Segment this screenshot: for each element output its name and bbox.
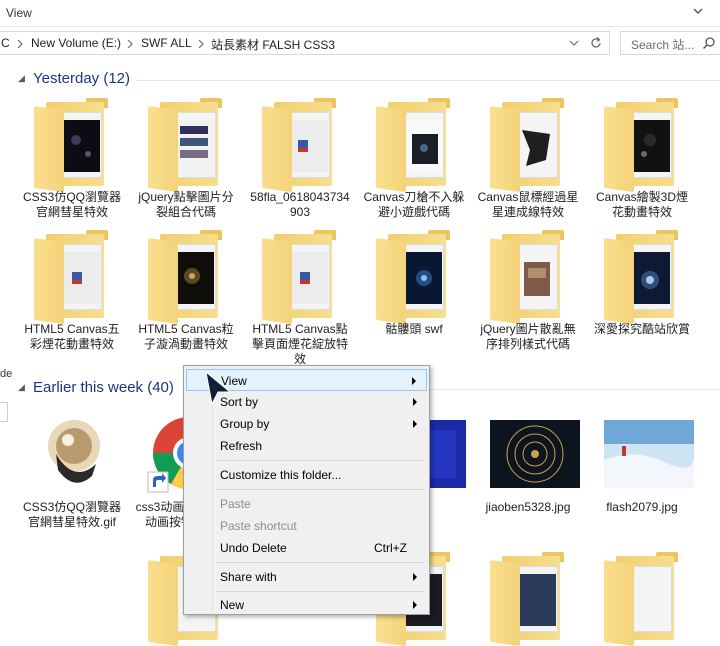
mouse-cursor-icon	[205, 370, 232, 406]
menu-item-share-with[interactable]: Share with	[186, 566, 427, 588]
folder-icon	[262, 230, 338, 325]
folder-icon	[604, 98, 680, 193]
shortcut-label: Ctrl+Z	[374, 541, 407, 555]
item-name: jiaoben5328.jpg	[485, 500, 571, 514]
collapse-arrow-icon[interactable]: ◢	[18, 73, 28, 84]
item-name: flash2079.jpg	[606, 500, 678, 514]
folder-icon	[34, 230, 110, 325]
gif-thumbnail-icon	[42, 414, 106, 490]
address-bar[interactable]: C New Volume (E:) SWF ALL 站長素材 FALSH CSS…	[0, 31, 610, 55]
group-divider	[136, 80, 720, 81]
folder-icon	[604, 230, 680, 325]
group-header-earlier-this-week[interactable]: ◢ Earlier this week (40)	[18, 379, 174, 396]
folder-icon	[148, 230, 224, 325]
address-row: C New Volume (E:) SWF ALL 站長素材 FALSH CSS…	[0, 28, 720, 58]
group-divider	[430, 389, 720, 390]
folder-icon	[148, 98, 224, 193]
folder-icon	[490, 98, 566, 193]
menu-item-paste[interactable]: Paste	[186, 493, 427, 515]
submenu-arrow-icon	[413, 398, 417, 406]
jpg-thumbnail-icon	[604, 420, 694, 488]
address-dropdown-icon[interactable]	[569, 38, 579, 48]
folder-icon	[376, 230, 452, 325]
item-name: 骷髏頭 swf	[385, 322, 443, 336]
jpg-thumbnail-icon	[490, 420, 580, 488]
submenu-arrow-icon	[413, 573, 417, 581]
breadcrumb-drive[interactable]: New Volume (E:)	[31, 36, 121, 50]
search-box[interactable]: Search 站...	[620, 31, 720, 55]
folder-icon	[262, 98, 338, 193]
item-name: Canvas繪製3D煙花動畫特效	[595, 190, 689, 219]
submenu-arrow-icon	[413, 420, 417, 428]
item-name: HTML5 Canvas粒子漩渦動畫特效	[138, 322, 234, 351]
folder-icon	[34, 98, 110, 193]
menu-separator	[216, 591, 424, 592]
menu-item-refresh[interactable]: Refresh	[186, 435, 427, 457]
group-label: Earlier this week (40)	[33, 379, 174, 396]
breadcrumb-swf-all[interactable]: SWF ALL	[141, 36, 192, 50]
search-placeholder: Search 站...	[631, 38, 695, 52]
item-name: jQuery圖片散亂無序排列樣式代碼	[480, 322, 576, 351]
group-label: Yesterday (12)	[33, 70, 131, 87]
breadcrumb-root[interactable]: C	[1, 36, 10, 50]
menu-item-group-by[interactable]: Group by	[186, 413, 427, 435]
search-icon[interactable]	[702, 36, 716, 50]
menu-item-customize-folder[interactable]: Customize this folder...	[186, 464, 427, 486]
menu-item-undo-delete[interactable]: Undo Delete Ctrl+Z	[186, 537, 427, 559]
menu-separator	[216, 460, 424, 461]
item-name: Canvas鼠標經過星星連成線特效	[477, 190, 579, 219]
left-pane-edge	[0, 402, 8, 422]
breadcrumb-chevron-icon[interactable]	[15, 38, 25, 50]
left-pane-text: de	[0, 368, 13, 380]
breadcrumb-chevron-icon[interactable]	[125, 38, 135, 50]
ribbon-bar: View	[0, 0, 720, 27]
item-name: CSS3仿QQ瀏覽器官網彗星特效	[22, 190, 122, 219]
submenu-arrow-icon	[412, 377, 416, 385]
folder-icon	[490, 552, 566, 646]
item-name: CSS3仿QQ瀏覽器官網彗星特效.gif	[22, 500, 122, 529]
item-name: 深愛探究酷站欣賞	[593, 322, 690, 336]
expand-ribbon-chevron-icon[interactable]	[690, 3, 706, 19]
folder-icon	[490, 230, 566, 325]
group-header-yesterday[interactable]: ◢ Yesterday (12)	[18, 70, 130, 87]
breadcrumb-chevron-icon[interactable]	[196, 38, 206, 50]
folder-icon	[604, 552, 680, 646]
folder-icon	[376, 98, 452, 193]
item-name: jQuery點擊圖片分裂組合代碼	[138, 190, 234, 219]
menu-item-new[interactable]: New	[186, 594, 427, 616]
item-name: HTML5 Canvas點擊頁面煙花綻放特效	[251, 322, 348, 366]
refresh-icon[interactable]	[589, 36, 603, 50]
menu-item-paste-shortcut[interactable]: Paste shortcut	[186, 515, 427, 537]
item-name: Canvas刀槍不入躲避小遊戲代碼	[363, 190, 465, 219]
collapse-arrow-icon[interactable]: ◢	[18, 382, 28, 393]
menu-separator	[216, 489, 424, 490]
submenu-arrow-icon	[413, 601, 417, 609]
view-tab[interactable]: View	[6, 6, 32, 20]
menu-separator	[216, 562, 424, 563]
breadcrumb-current-folder[interactable]: 站長素材 FALSH CSS3	[211, 36, 335, 53]
item-name: 58fla_0618043734903	[250, 190, 350, 219]
item-name: HTML5 Canvas五彩煙花動畫特效	[24, 322, 120, 351]
